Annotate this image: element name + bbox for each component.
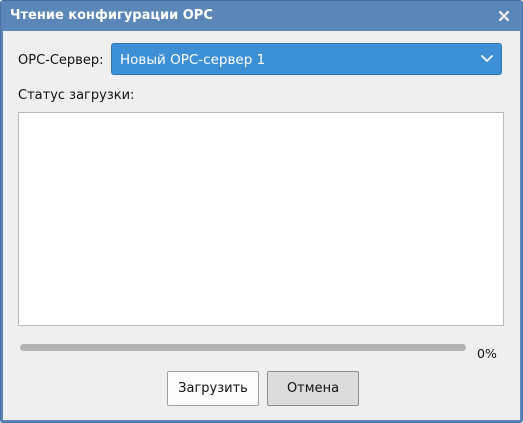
server-select[interactable]: Новый OPC-сервер 1 [111, 43, 502, 75]
window-title: Чтение конфигурации OPC [10, 8, 213, 23]
dialog-body: OPC-Сервер: Новый OPC-сервер 1 Статус за… [3, 31, 520, 420]
cancel-button[interactable]: Отмена [267, 371, 359, 406]
title-bar[interactable]: Чтение конфигурации OPC [1, 1, 522, 31]
opc-config-dialog: Чтение конфигурации OPC OPC-Сервер: Новы… [0, 0, 523, 423]
close-icon [499, 11, 509, 21]
load-button[interactable]: Загрузить [167, 371, 259, 406]
server-select-value: Новый OPC-сервер 1 [120, 52, 266, 68]
close-button[interactable] [496, 8, 512, 24]
server-label: OPC-Сервер: [18, 53, 104, 68]
chevron-down-icon [481, 55, 493, 62]
progress-percent: 0% [477, 346, 497, 361]
status-label: Статус загрузки: [18, 88, 135, 103]
status-log[interactable] [18, 112, 504, 326]
progress-bar [20, 344, 466, 351]
